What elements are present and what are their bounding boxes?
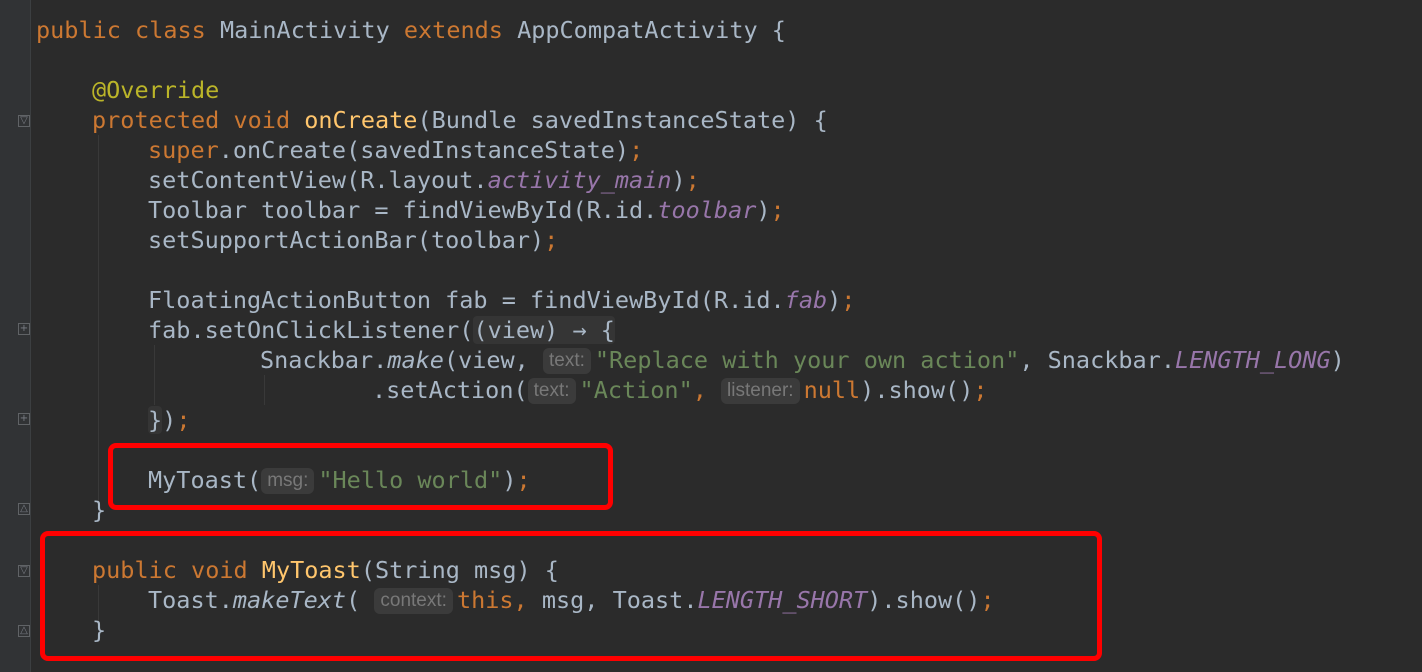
fold-collapse-icon[interactable]: ▽	[18, 115, 30, 127]
code-line-lambda-close: });	[148, 406, 191, 434]
code-line-setonclicklistener: fab.setOnClickListener((view) → {	[148, 316, 615, 344]
code-line-toolbar: Toolbar toolbar = findViewById(R.id.tool…	[148, 196, 785, 224]
fold-expand-icon[interactable]: +	[18, 323, 30, 335]
parameter-hint: text:	[542, 348, 591, 374]
code-line-fab: FloatingActionButton fab = findViewById(…	[148, 286, 856, 314]
code-line-setaction: .setAction(text: "Action", listener: null)…	[372, 376, 988, 404]
code-line-oncreate-close: }	[92, 496, 107, 524]
code-line-oncreate-decl: protected void onCreate(Bundle savedInst…	[92, 106, 828, 134]
fold-expand-icon[interactable]: +	[18, 413, 30, 425]
code-line-class-decl: public class MainActivity extends AppCom…	[36, 16, 786, 44]
gutter-divider	[30, 0, 31, 672]
collapsed-lambda[interactable]: (view) → {	[473, 316, 615, 344]
fold-collapse-icon[interactable]: △	[18, 503, 30, 515]
fold-collapse-icon[interactable]: △	[18, 625, 30, 637]
highlight-box-mytoast-method	[40, 531, 1102, 661]
code-line-setsupportactionbar: setSupportActionBar(toolbar);	[148, 226, 559, 254]
code-line-override: @Override	[92, 76, 220, 104]
parameter-hint: text:	[527, 378, 576, 404]
code-line-super: super.onCreate(savedInstanceState);	[148, 136, 644, 164]
fold-collapse-icon[interactable]: ▽	[18, 565, 30, 577]
code-line-setcontentview: setContentView(R.layout.activity_main);	[148, 166, 700, 194]
highlight-box-mytoast-call	[108, 443, 613, 510]
code-line-snackbar: Snackbar.make(view, text: "Replace with y…	[260, 346, 1345, 374]
parameter-hint: listener:	[721, 378, 800, 404]
